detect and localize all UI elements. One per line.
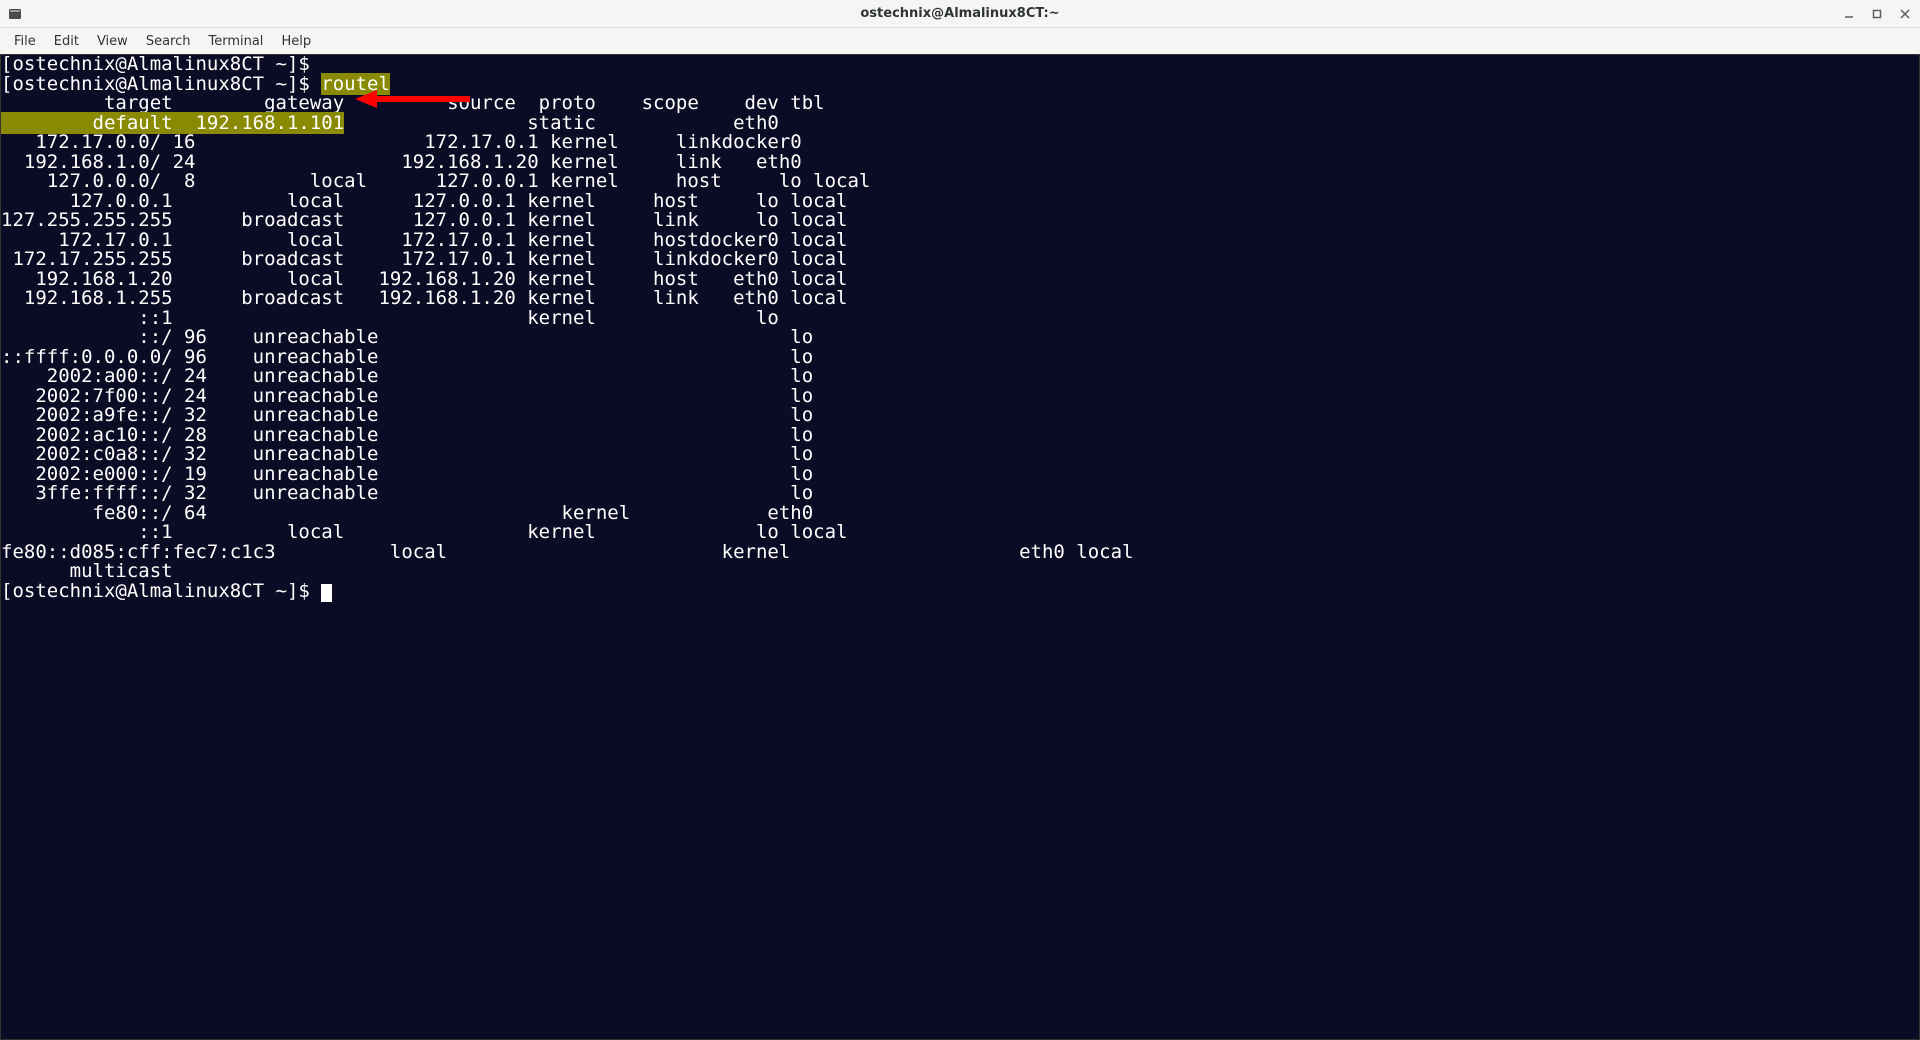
routel-row: 127.0.0.0/ 8 local 127.0.0.1 kernel host… xyxy=(1,172,1919,192)
routel-row: 127.255.255.255 broadcast 127.0.0.1 kern… xyxy=(1,211,1919,231)
menu-terminal[interactable]: Terminal xyxy=(200,31,271,52)
minimize-button[interactable] xyxy=(1842,7,1856,21)
routel-row: ::1 local kernel lo local xyxy=(1,523,1919,543)
window-titlebar: ostechnix@Almalinux8CT:~ xyxy=(0,0,1920,28)
maximize-button[interactable] xyxy=(1870,7,1884,21)
menu-file[interactable]: File xyxy=(6,31,44,52)
prompt-line: [ostechnix@Almalinux8CT ~]$ xyxy=(1,55,1919,75)
menu-edit[interactable]: Edit xyxy=(46,31,87,52)
window-title: ostechnix@Almalinux8CT:~ xyxy=(860,6,1059,21)
menubar: File Edit View Search Terminal Help xyxy=(0,28,1920,54)
terminal-viewport[interactable]: [ostechnix@Almalinux8CT ~]$ [ostechnix@A… xyxy=(0,54,1920,1040)
routel-row: 2002:a00::/ 24 unreachable lo xyxy=(1,367,1919,387)
menu-help[interactable]: Help xyxy=(273,31,319,52)
routel-header: target gateway source proto scope dev tb… xyxy=(1,94,1919,114)
menu-view[interactable]: View xyxy=(89,31,136,52)
routel-row: 192.168.1.255 broadcast 192.168.1.20 ker… xyxy=(1,289,1919,309)
prompt-line: [ostechnix@Almalinux8CT ~]$ xyxy=(1,582,1919,602)
routel-row: 2002:a9fe::/ 32 unreachable lo xyxy=(1,406,1919,426)
menu-search[interactable]: Search xyxy=(138,31,199,52)
cursor xyxy=(321,584,332,602)
window-controls xyxy=(1842,0,1912,28)
routel-row: fe80::d085:cff:fec7:c1c3 local kernel et… xyxy=(1,543,1919,563)
routel-row: 2002:c0a8::/ 32 unreachable lo xyxy=(1,445,1919,465)
routel-row: multicast xyxy=(1,562,1919,582)
routel-row: 3ffe:ffff::/ 32 unreachable lo xyxy=(1,484,1919,504)
routel-row: ::/ 96 unreachable lo xyxy=(1,328,1919,348)
app-icon xyxy=(8,7,22,21)
routel-row: 172.17.255.255 broadcast 172.17.0.1 kern… xyxy=(1,250,1919,270)
close-button[interactable] xyxy=(1898,7,1912,21)
routel-row: 172.17.0.0/ 16 172.17.0.1 kernel linkdoc… xyxy=(1,133,1919,153)
